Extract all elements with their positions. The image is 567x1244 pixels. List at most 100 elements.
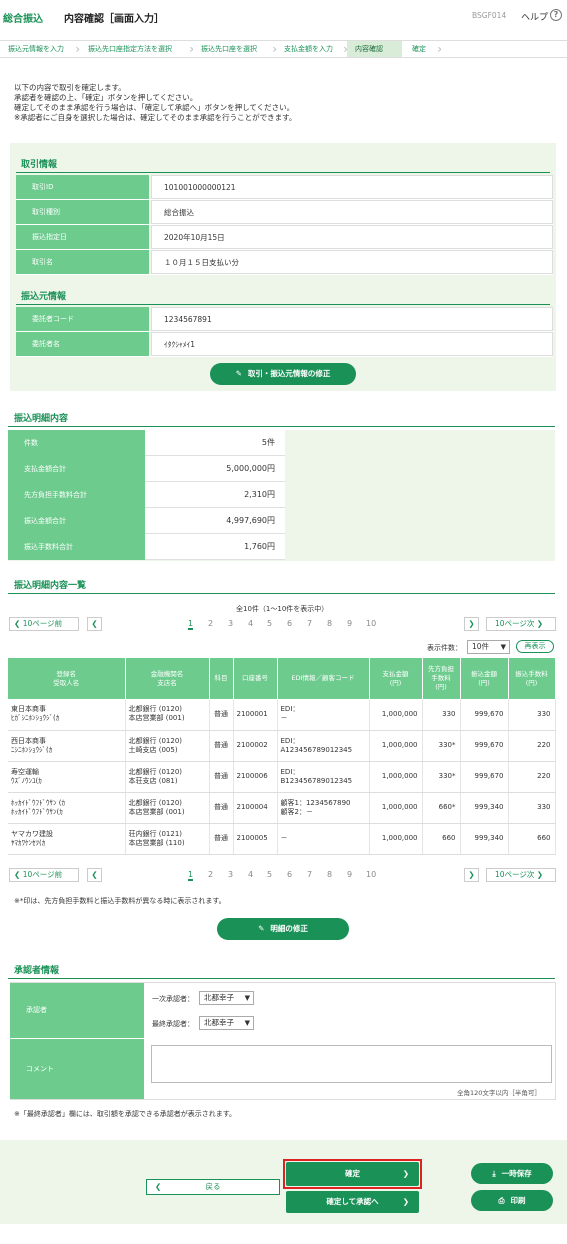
table-cell: 330	[508, 792, 556, 824]
page-2[interactable]: 2	[208, 619, 213, 628]
page-header: 総合振込 内容確認［画面入力］ BSGF014 ヘルプ ?	[0, 0, 567, 34]
page-8[interactable]: 8	[327, 619, 332, 628]
confirm-button[interactable]: 確定 ❯	[286, 1162, 419, 1186]
summary-count: 件数 5件	[8, 430, 285, 456]
service-name: 総合振込	[3, 14, 43, 25]
step-2: 振込先口座指定方法を選択 ›	[88, 42, 194, 56]
table-cell: 2100005	[233, 823, 278, 855]
approver-heading: 承認者情報	[14, 966, 60, 976]
prev10-button-bottom[interactable]: ❮ 10ページ前	[9, 868, 79, 882]
page-6[interactable]: 6	[287, 619, 292, 628]
column-header: 支払金額 (円)	[369, 658, 423, 699]
table-cell: EDI： A123456789012345	[277, 730, 370, 762]
page-4-bottom[interactable]: 4	[248, 870, 253, 879]
source-heading: 振込元情報	[21, 292, 67, 302]
page-7-bottom[interactable]: 7	[307, 870, 312, 879]
table-cell: 2100002	[233, 730, 278, 762]
row-transaction-id: 取引ID 101001000000121	[16, 175, 553, 200]
comment-hint: 全角120文字以内［半角可］	[457, 1089, 541, 1097]
step-1: 振込元情報を入力 ›	[8, 42, 80, 56]
table-cell: 西日本商事 ﾆｼﾆﾎﾝｼｮｳｼﾞ(ｶ	[8, 730, 126, 762]
first-approver-label: 一次承認者：	[152, 995, 194, 1003]
page-7[interactable]: 7	[307, 619, 312, 628]
next10-button[interactable]: 10ページ次 ❯	[486, 617, 556, 631]
next-page-button[interactable]: ❯	[464, 617, 479, 631]
summary-heading: 振込明細内容	[14, 414, 69, 424]
row-transaction-type: 取引種別 総合振込	[16, 200, 553, 225]
page-2-bottom[interactable]: 2	[208, 870, 213, 879]
table-cell: 2100006	[233, 761, 278, 793]
row-consignor-code: 委託者コード 1234567891	[16, 307, 553, 332]
page-8-bottom[interactable]: 8	[327, 870, 332, 879]
page-10[interactable]: 10	[366, 619, 376, 628]
page-6-bottom[interactable]: 6	[287, 870, 292, 879]
page-10-bottom[interactable]: 10	[366, 870, 376, 879]
page-9[interactable]: 9	[347, 619, 352, 628]
table-cell: 660*	[422, 792, 461, 824]
final-approver-select[interactable]: 北都幸子 ▼	[199, 1016, 254, 1030]
final-approver-label: 最終承認者：	[152, 1020, 194, 1028]
page-1[interactable]: 1	[188, 619, 194, 630]
page-1-bottom[interactable]: 1	[188, 870, 194, 881]
column-header: 金融機関名 支店名	[125, 658, 210, 699]
save-draft-button[interactable]: ⤓ 一時保存	[471, 1163, 553, 1184]
display-count-select[interactable]: 10件 ▼	[467, 640, 510, 654]
dropdown-arrow-icon: ▼	[244, 994, 250, 1002]
page-4[interactable]: 4	[248, 619, 253, 628]
prev-page-button[interactable]: ❮	[87, 617, 102, 631]
table-cell: 普通	[209, 730, 234, 762]
table-cell: 東日本商事 ﾋｶﾞｼﾆﾎﾝｼｮｳｼﾞ(ｶ	[8, 699, 126, 731]
table-cell: 普通	[209, 823, 234, 855]
table-cell: 普通	[209, 761, 234, 793]
comment-textarea[interactable]	[151, 1045, 552, 1083]
table-cell: 999,340	[460, 823, 509, 855]
table-cell: 顧客1：1234567890 顧客2：－	[277, 792, 370, 824]
step-6: 確定 ›	[412, 42, 442, 56]
page-5[interactable]: 5	[267, 619, 272, 628]
edit-transaction-button[interactable]: ✎ 取引・振込元情報の修正	[210, 363, 356, 385]
screen-code: BSGF014	[472, 11, 507, 20]
back-button[interactable]: ❮ 戻る	[146, 1179, 280, 1195]
table-cell: 寿空運輸 ｳｽﾞﾉｳﾝﾕ(ｶ	[8, 761, 126, 793]
page-9-bottom[interactable]: 9	[347, 870, 352, 879]
help-link[interactable]: ヘルプ	[521, 10, 548, 23]
column-header: 科目	[209, 658, 234, 699]
row-transfer-date: 振込指定日 2020年10月15日	[16, 225, 553, 250]
table-cell: 1,000,000	[369, 699, 423, 731]
redisplay-button[interactable]: 再表示	[516, 640, 554, 653]
table-cell: 330*	[422, 761, 461, 793]
table-cell: 1,000,000	[369, 761, 423, 793]
table-cell: －	[277, 823, 370, 855]
table-cell: 北都銀行 (0120) 本荘支店 (081)	[125, 761, 210, 793]
edit-details-button[interactable]: ✎ 明細の修正	[217, 918, 349, 940]
table-cell: 北都銀行 (0120) 本店営業部 (001)	[125, 792, 210, 824]
table-row: ヤマカワ建設 ﾔﾏｶﾜｹﾝｾﾂ(ｶ 荘内銀行 (0121) 本店営業部 (110)…	[8, 823, 556, 855]
table-cell: ヤマカワ建設 ﾔﾏｶﾜｹﾝｾﾂ(ｶ	[8, 823, 126, 855]
table-cell: 1,000,000	[369, 792, 423, 824]
table-cell: EDI： －	[277, 699, 370, 731]
column-header: 振込手数料 (円)	[508, 658, 556, 699]
step-3: 振込先口座を選択 ›	[201, 42, 277, 56]
table-cell: 2100004	[233, 792, 278, 824]
list-heading: 振込明細内容一覧	[14, 581, 87, 591]
comment-label: コメント	[10, 1039, 144, 1099]
first-approver-select[interactable]: 北都幸子 ▼	[199, 991, 254, 1005]
dropdown-arrow-icon: ▼	[244, 1019, 250, 1027]
page-3[interactable]: 3	[228, 619, 233, 628]
table-cell: 660	[508, 823, 556, 855]
confirm-and-approve-button[interactable]: 確定して承認へ ❯	[286, 1191, 419, 1213]
table-cell: 220	[508, 761, 556, 793]
prev10-button[interactable]: ❮ 10ページ前	[9, 617, 79, 631]
summary-transfer-fee-total: 振込手数料合計 1,760円	[8, 534, 285, 560]
prev-page-button-bottom[interactable]: ❮	[87, 868, 102, 882]
next-page-button-bottom[interactable]: ❯	[464, 868, 479, 882]
page-3-bottom[interactable]: 3	[228, 870, 233, 879]
page-5-bottom[interactable]: 5	[267, 870, 272, 879]
print-button[interactable]: ⎙ 印刷	[471, 1190, 553, 1211]
column-header: 口座番号	[233, 658, 278, 699]
help-icon[interactable]: ?	[550, 9, 562, 21]
table-cell: 普通	[209, 792, 234, 824]
next10-button-bottom[interactable]: 10ページ次 ❯	[486, 868, 556, 882]
table-cell: 北都銀行 (0120) 土崎支店 (005)	[125, 730, 210, 762]
summary-transfer-total: 振込金額合計 4,997,690円	[8, 508, 285, 534]
